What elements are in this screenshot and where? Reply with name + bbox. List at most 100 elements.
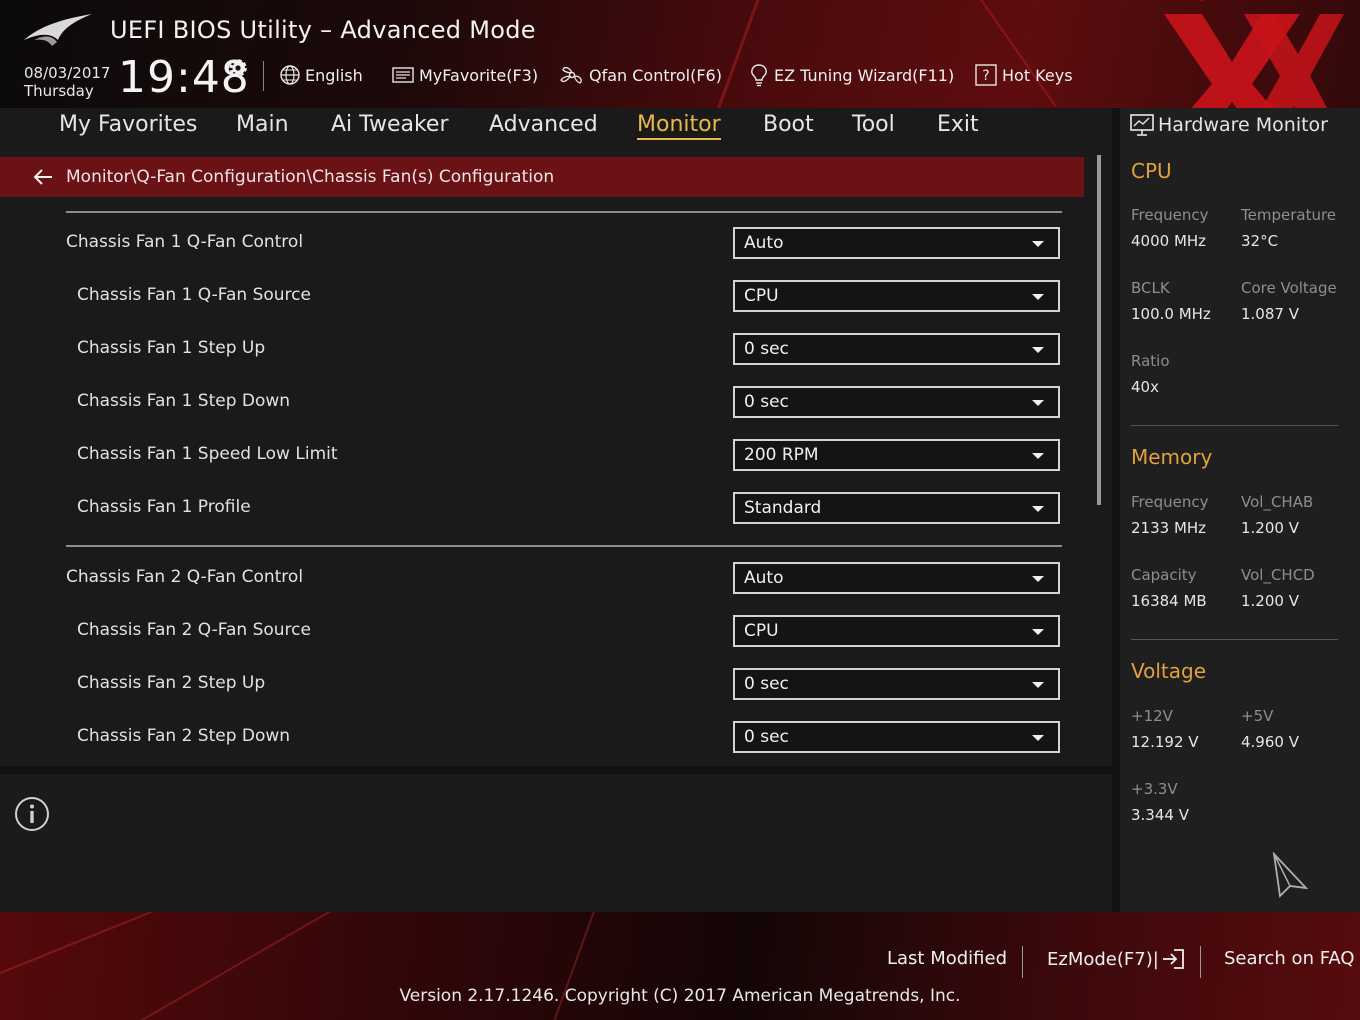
tab-ai-tweaker[interactable]: Ai Tweaker xyxy=(331,112,449,137)
setting-label: Chassis Fan 2 Step Down xyxy=(77,726,291,746)
setting-label: Chassis Fan 1 Profile xyxy=(77,497,251,517)
exit-arrow-icon xyxy=(1162,949,1184,969)
caret-down-icon xyxy=(1032,506,1044,512)
info-icon xyxy=(15,797,49,831)
capacity-label: Capacity xyxy=(1131,566,1197,584)
hwm-divider xyxy=(1131,425,1338,426)
setting-label: Chassis Fan 1 Step Down xyxy=(77,391,291,411)
setting-row[interactable]: Chassis Fan 2 Q-Fan Control Auto xyxy=(0,543,1096,595)
capacity-value: 16384 MB xyxy=(1131,592,1207,610)
setting-dropdown[interactable]: Auto xyxy=(733,562,1060,594)
memory-heading: Memory xyxy=(1131,445,1213,469)
myfavorite-label: MyFavorite(F3) xyxy=(419,65,539,85)
settings-list: Chassis Fan 1 Q-Fan Control Auto Chassis… xyxy=(0,198,1096,764)
info-panel xyxy=(0,774,1112,912)
vol-chab-label: Vol_CHAB xyxy=(1241,493,1314,511)
footer-divider xyxy=(1200,946,1201,978)
hot-keys-label: Hot Keys xyxy=(1002,65,1073,85)
tab-tool[interactable]: Tool xyxy=(852,112,895,137)
dropdown-value: 0 sec xyxy=(744,674,789,694)
search-faq-button[interactable]: Search on FAQ xyxy=(1224,948,1355,969)
setting-dropdown[interactable]: 0 sec xyxy=(733,386,1060,418)
setting-row[interactable]: Chassis Fan 2 Step Down 0 sec xyxy=(0,702,1096,754)
v5-label: +5V xyxy=(1241,707,1274,725)
setting-row[interactable]: Chassis Fan 2 Q-Fan Source CPU xyxy=(0,596,1096,648)
tab-boot[interactable]: Boot xyxy=(763,112,814,137)
ez-tuning-wizard-label: EZ Tuning Wizard(F11) xyxy=(774,65,955,85)
setting-dropdown[interactable]: Standard xyxy=(733,492,1060,524)
language-selector[interactable]: English xyxy=(279,62,363,88)
app-title: UEFI BIOS Utility – Advanced Mode xyxy=(110,16,536,44)
dropdown-value: CPU xyxy=(744,286,779,306)
setting-row[interactable]: Chassis Fan 1 Q-Fan Control Auto xyxy=(0,208,1096,260)
dropdown-value: Standard xyxy=(744,498,822,518)
ez-tuning-wizard-button[interactable]: EZ Tuning Wizard(F11) xyxy=(748,62,954,88)
voltage-heading: Voltage xyxy=(1131,659,1207,683)
breadcrumb-path: Monitor\Q-Fan Configuration\Chassis Fan(… xyxy=(66,167,555,187)
gear-icon[interactable] xyxy=(226,56,250,80)
setting-label: Chassis Fan 2 Q-Fan Source xyxy=(77,620,311,640)
ezmode-button[interactable]: EzMode(F7)| xyxy=(1047,948,1185,970)
caret-down-icon xyxy=(1032,576,1044,582)
dropdown-value: 0 sec xyxy=(744,339,789,359)
back-arrow-icon[interactable] xyxy=(32,168,54,186)
fan-icon xyxy=(560,66,582,84)
caret-down-icon xyxy=(1032,629,1044,635)
rog-logo-icon xyxy=(24,14,92,46)
setting-row[interactable]: Chassis Fan 1 Profile Standard xyxy=(0,473,1096,525)
last-modified-button[interactable]: Last Modified xyxy=(887,948,1007,969)
main-nav: My Favorites Main Ai Tweaker Advanced Mo… xyxy=(0,108,1112,148)
lightbulb-icon xyxy=(751,64,767,87)
caret-down-icon xyxy=(1032,735,1044,741)
cpu-frequency-value: 4000 MHz xyxy=(1131,232,1207,250)
core-voltage-value: 1.087 V xyxy=(1241,305,1299,323)
myfavorite-button[interactable]: MyFavorite(F3) xyxy=(391,62,538,88)
vol-chcd-label: Vol_CHCD xyxy=(1241,566,1315,584)
setting-label: Chassis Fan 1 Q-Fan Control xyxy=(66,232,304,252)
hot-keys-button[interactable]: ? Hot Keys xyxy=(974,62,1073,88)
dropdown-value: CPU xyxy=(744,621,779,641)
setting-label: Chassis Fan 1 Q-Fan Source xyxy=(77,285,311,305)
monitor-display-icon xyxy=(1130,114,1154,136)
memory-frequency-value: 2133 MHz xyxy=(1131,519,1207,537)
setting-row[interactable]: Chassis Fan 1 Step Down 0 sec xyxy=(0,367,1096,419)
setting-dropdown[interactable]: CPU xyxy=(733,280,1060,312)
settings-scrollbar[interactable] xyxy=(1097,155,1101,505)
cpu-frequency-label: Frequency xyxy=(1131,206,1209,224)
globe-icon xyxy=(280,65,300,85)
decorative-streak xyxy=(712,0,763,108)
header-bar: UEFI BIOS Utility – Advanced Mode 08/03/… xyxy=(0,0,1360,108)
caret-down-icon xyxy=(1032,294,1044,300)
language-label: English xyxy=(305,65,363,85)
setting-dropdown[interactable]: 0 sec xyxy=(733,721,1060,753)
setting-row[interactable]: Chassis Fan 1 Step Up 0 sec xyxy=(0,314,1096,366)
tab-advanced[interactable]: Advanced xyxy=(489,112,598,137)
setting-dropdown[interactable]: 0 sec xyxy=(733,668,1060,700)
caret-down-icon xyxy=(1032,241,1044,247)
bclk-value: 100.0 MHz xyxy=(1131,305,1211,323)
setting-row[interactable]: Chassis Fan 1 Q-Fan Source CPU xyxy=(0,261,1096,313)
watermark-xx-logo-icon xyxy=(1164,14,1344,108)
v12-value: 12.192 V xyxy=(1131,733,1199,751)
setting-row[interactable]: Chassis Fan 2 Step Up 0 sec xyxy=(0,649,1096,701)
setting-dropdown[interactable]: 200 RPM xyxy=(733,439,1060,471)
decorative-streak xyxy=(0,912,242,974)
hardware-monitor-header: Hardware Monitor xyxy=(1130,114,1328,136)
vol-chcd-value: 1.200 V xyxy=(1241,592,1299,610)
tab-my-favorites[interactable]: My Favorites xyxy=(59,112,197,137)
core-voltage-label: Core Voltage xyxy=(1241,279,1337,297)
tab-exit[interactable]: Exit xyxy=(937,112,979,137)
setting-label: Chassis Fan 2 Q-Fan Control xyxy=(66,567,304,587)
setting-dropdown[interactable]: CPU xyxy=(733,615,1060,647)
tab-main[interactable]: Main xyxy=(236,112,289,137)
setting-dropdown[interactable]: Auto xyxy=(733,227,1060,259)
qfan-control-button[interactable]: Qfan Control(F6) xyxy=(559,62,722,88)
setting-label: Chassis Fan 1 Step Up xyxy=(77,338,266,358)
dropdown-value: 200 RPM xyxy=(744,445,819,465)
setting-row[interactable]: Chassis Fan 1 Speed Low Limit 200 RPM xyxy=(0,420,1096,472)
footer-divider xyxy=(1022,946,1023,978)
setting-dropdown[interactable]: 0 sec xyxy=(733,333,1060,365)
caret-down-icon xyxy=(1032,682,1044,688)
tab-monitor[interactable]: Monitor xyxy=(637,112,721,140)
cpu-heading: CPU xyxy=(1131,159,1172,183)
